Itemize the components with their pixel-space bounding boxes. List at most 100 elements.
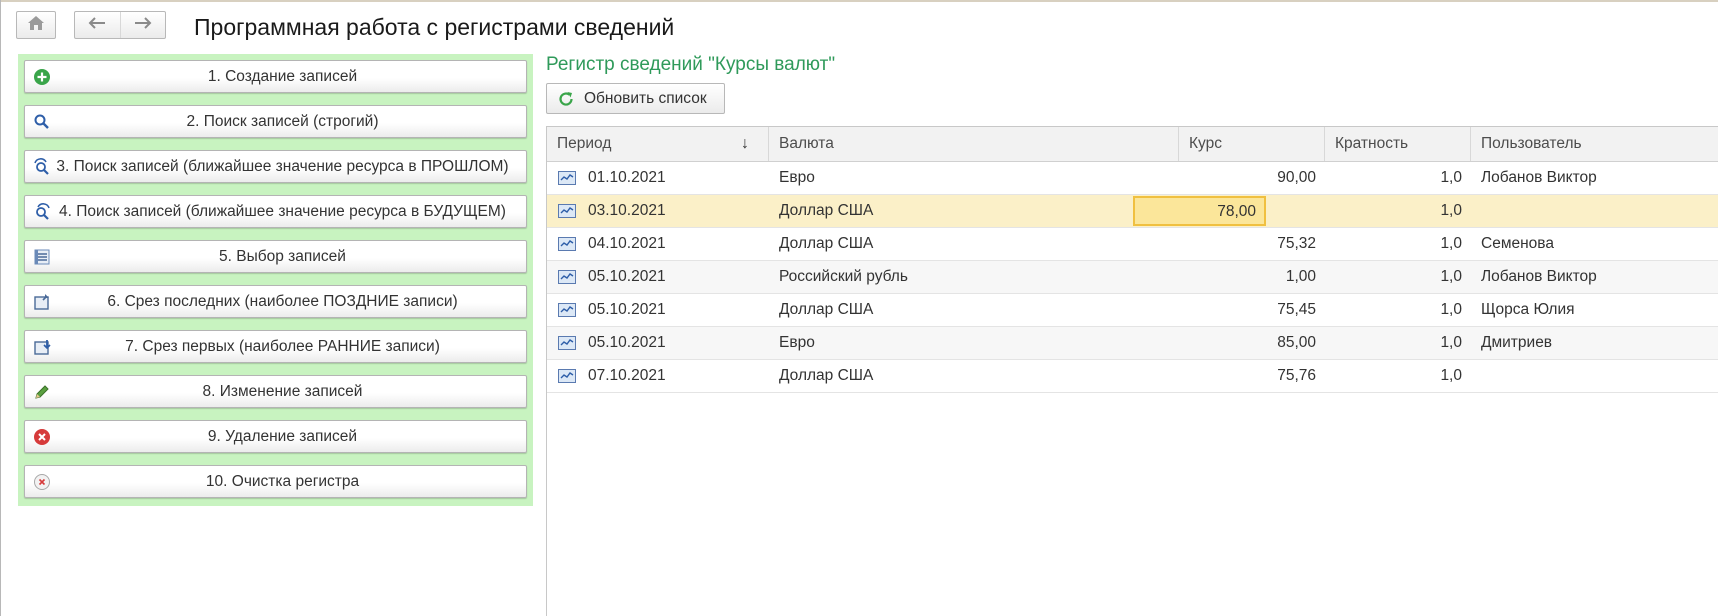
column-header-currency[interactable]: Валюта: [769, 127, 1179, 161]
cell-multiplicity[interactable]: 1,0: [1325, 261, 1462, 293]
clear-circle-icon: [33, 473, 51, 491]
cell-currency[interactable]: Доллар США: [779, 294, 873, 326]
window-top-border: [0, 0, 1718, 2]
strict-search-button[interactable]: 2. Поиск записей (строгий): [24, 105, 527, 138]
search-future-button[interactable]: 4. Поиск записей (ближайшее значение рес…: [24, 195, 527, 228]
cell-period[interactable]: 05.10.2021: [588, 327, 666, 359]
cell-currency[interactable]: Доллар США: [779, 228, 873, 260]
record-icon: [558, 171, 576, 185]
refresh-list-label: Обновить список: [584, 89, 707, 107]
refresh-list-button[interactable]: Обновить список: [546, 83, 725, 114]
column-header-rate[interactable]: Курс: [1179, 127, 1325, 161]
table-row[interactable]: 05.10.2021 Евро 85,00 1,0 Дмитриев: [547, 327, 1718, 360]
cell-user[interactable]: Щорса Юлия: [1481, 294, 1575, 326]
column-header-multiplicity[interactable]: Кратность: [1325, 127, 1471, 161]
select-records-button[interactable]: 5. Выбор записей: [24, 240, 527, 273]
strict-search-label: 2. Поиск записей (строгий): [186, 112, 379, 130]
arrow-right-icon: [134, 16, 152, 34]
record-icon: [558, 270, 576, 284]
clear-register-button[interactable]: 10. Очистка регистра: [24, 465, 527, 498]
cell-rate[interactable]: 75,76: [1179, 360, 1316, 392]
search-future-label: 4. Поиск записей (ближайшее значение рес…: [59, 202, 506, 220]
slice-first-button[interactable]: 7. Срез первых (наиболее РАННИЕ записи): [24, 330, 527, 363]
cell-rate[interactable]: 75,32: [1179, 228, 1316, 260]
sort-descending-icon: ↓: [741, 135, 749, 152]
search-past-label: 3. Поиск записей (ближайшее значение рес…: [56, 157, 509, 175]
register-title: Регистр сведений "Курсы валют": [546, 54, 836, 75]
page-title: Программная работа с регистрами сведений: [194, 14, 675, 40]
cell-period[interactable]: 05.10.2021: [588, 261, 666, 293]
table-header: Период ↓ Валюта Курс Кратность Пользоват…: [547, 126, 1718, 162]
arrow-left-icon: [88, 16, 106, 34]
edit-records-button[interactable]: 8. Изменение записей: [24, 375, 527, 408]
rates-table: Период ↓ Валюта Курс Кратность Пользоват…: [547, 126, 1718, 393]
add-circle-icon: [33, 68, 51, 86]
pencil-icon: [33, 383, 51, 401]
cell-rate[interactable]: 85,00: [1179, 327, 1316, 359]
delete-circle-icon: [33, 428, 51, 446]
column-header-currency-label: Валюта: [779, 135, 834, 152]
cell-rate[interactable]: 90,00: [1179, 162, 1316, 194]
cell-currency[interactable]: Доллар США: [779, 195, 873, 227]
cell-multiplicity[interactable]: 1,0: [1325, 327, 1462, 359]
search-icon: [33, 113, 51, 131]
cell-multiplicity[interactable]: 1,0: [1325, 360, 1462, 392]
cell-user[interactable]: Дмитриев: [1481, 327, 1552, 359]
record-icon: [558, 369, 576, 383]
table-row[interactable]: 05.10.2021 Российский рубль 1,00 1,0 Лобанов…: [547, 261, 1718, 294]
table-row[interactable]: 01.10.2021 Евро 90,00 1,0 Лобанов Виктор: [547, 162, 1718, 195]
delete-records-label: 9. Удаление записей: [207, 427, 358, 445]
table-row[interactable]: 04.10.2021 Доллар США 75,32 1,0 Семенова: [547, 228, 1718, 261]
window-left-border: [0, 0, 1, 616]
cell-period[interactable]: 05.10.2021: [588, 294, 666, 326]
table-row[interactable]: 03.10.2021 Доллар США 78,00 1,0: [547, 195, 1718, 228]
create-records-button[interactable]: 1. Создание записей: [24, 60, 527, 93]
select-list-icon: [33, 248, 51, 266]
cell-period[interactable]: 01.10.2021: [588, 162, 666, 194]
cell-multiplicity[interactable]: 1,0: [1325, 228, 1462, 260]
select-records-label: 5. Выбор записей: [219, 247, 346, 265]
search-past-button[interactable]: 3. Поиск записей (ближайшее значение рес…: [24, 150, 527, 183]
table-row[interactable]: 05.10.2021 Доллар США 75,45 1,0 Щорса Юлия: [547, 294, 1718, 327]
column-header-multiplicity-label: Кратность: [1335, 135, 1409, 152]
table-row[interactable]: 07.10.2021 Доллар США 75,76 1,0: [547, 360, 1718, 393]
column-header-user-label: Пользователь: [1481, 135, 1582, 152]
slice-last-button[interactable]: 6. Срез последних (наиболее ПОЗДНИЕ запи…: [24, 285, 527, 318]
cell-multiplicity[interactable]: 1,0: [1325, 162, 1462, 194]
slice-first-icon: [33, 338, 51, 356]
table-body: 01.10.2021 Евро 90,00 1,0 Лобанов Виктор 03.1…: [547, 162, 1718, 393]
cell-period[interactable]: 04.10.2021: [588, 228, 666, 260]
clear-register-label: 10. Очистка регистра: [205, 472, 360, 490]
edit-records-label: 8. Изменение записей: [202, 382, 363, 400]
delete-records-button[interactable]: 9. Удаление записей: [24, 420, 527, 453]
cell-currency[interactable]: Российский рубль: [779, 261, 908, 293]
search-future-icon: [33, 203, 51, 221]
create-records-label: 1. Создание записей: [207, 67, 358, 85]
cell-rate[interactable]: 1,00: [1179, 261, 1316, 293]
cell-period[interactable]: 03.10.2021: [588, 195, 666, 227]
commands-panel: 1. Создание записей 2. Поиск записей (ст…: [18, 54, 533, 506]
home-button[interactable]: [16, 11, 56, 39]
refresh-icon: [557, 90, 575, 108]
cell-period[interactable]: 07.10.2021: [588, 360, 666, 392]
cell-currency[interactable]: Евро: [779, 327, 815, 359]
cell-multiplicity[interactable]: 1,0: [1325, 195, 1462, 227]
record-icon: [558, 204, 576, 218]
column-header-rate-label: Курс: [1189, 135, 1222, 152]
slice-last-icon: [33, 293, 51, 311]
back-button[interactable]: [75, 12, 120, 38]
slice-last-label: 6. Срез последних (наиболее ПОЗДНИЕ запи…: [107, 292, 458, 310]
cell-rate[interactable]: 78,00: [1133, 196, 1266, 226]
cell-user[interactable]: Семенова: [1481, 228, 1554, 260]
cell-currency[interactable]: Евро: [779, 162, 815, 194]
cell-currency[interactable]: Доллар США: [779, 360, 873, 392]
record-icon: [558, 237, 576, 251]
column-header-period[interactable]: Период ↓: [547, 127, 769, 161]
forward-button[interactable]: [119, 12, 166, 38]
column-header-user[interactable]: Пользователь: [1471, 127, 1718, 161]
cell-user[interactable]: Лобанов Виктор: [1481, 162, 1597, 194]
cell-user[interactable]: Лобанов Виктор: [1481, 261, 1597, 293]
record-icon: [558, 303, 576, 317]
cell-multiplicity[interactable]: 1,0: [1325, 294, 1462, 326]
cell-rate[interactable]: 75,45: [1179, 294, 1316, 326]
